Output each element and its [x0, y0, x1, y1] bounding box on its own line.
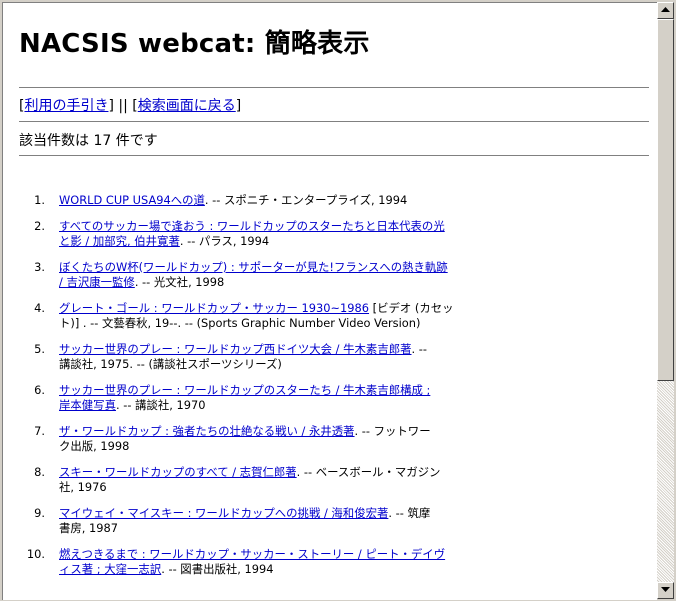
- result-number: 2.: [34, 219, 45, 233]
- result-line: と影 / 加部究, 伯井寛著. -- パラス, 1994: [59, 234, 657, 249]
- result-item: 6. サッカー世界のプレー : ワールドカップのスターたち / 牛木素吉郎構成 ;…: [19, 383, 657, 413]
- scroll-up-button[interactable]: [657, 2, 674, 19]
- result-publication-info: 書房, 1987: [59, 521, 119, 535]
- result-title-link[interactable]: マイウェイ・マイスキー : ワールドカップへの挑戦 / 海和俊宏著: [59, 506, 388, 520]
- help-link[interactable]: 利用の手引き: [24, 98, 108, 114]
- result-number: 6.: [34, 383, 45, 397]
- result-title-link[interactable]: ィス著 ; 大窪一志訳: [59, 562, 161, 576]
- result-number: 3.: [34, 260, 45, 274]
- result-title-link[interactable]: サッカー世界のプレー : ワールドカップのスターたち / 牛木素吉郎構成 ;: [59, 383, 430, 397]
- result-item: 7. ザ・ワールドカップ : 強者たちの壮絶なる戦い / 永井透著. -- フット…: [19, 424, 657, 454]
- result-publication-info: . --: [411, 342, 427, 356]
- result-line: WORLD CUP USA94への道. -- スポニチ・エンタープライズ, 19…: [59, 193, 657, 208]
- result-title-link[interactable]: ザ・ワールドカップ : 強者たちの壮絶なる戦い / 永井透著: [59, 424, 355, 438]
- result-publication-info: . -- 図書出版社, 1994: [161, 562, 274, 576]
- result-line: ザ・ワールドカップ : 強者たちの壮絶なる戦い / 永井透著. -- フットワー: [59, 424, 657, 439]
- result-title-link[interactable]: スキー・ワールドカップのすべて / 志賀仁郎著: [59, 465, 297, 479]
- result-line: 燃えつきるまで : ワールドカップ・サッカー・ストーリー / ピート・デイヴ: [59, 547, 657, 562]
- result-line: サッカー世界のプレー : ワールドカップ西ドイツ大会 / 牛木素吉郎著. --: [59, 342, 657, 357]
- result-item: 4. グレート・ゴール : ワールドカップ・サッカー 1930~1986 [ビデオ…: [19, 301, 657, 331]
- browser-viewport: NACSIS webcat: 簡略表示 [利用の手引き] || [検索画面に戻る…: [2, 2, 657, 600]
- result-title-link[interactable]: 燃えつきるまで : ワールドカップ・サッカー・ストーリー / ピート・デイヴ: [59, 547, 445, 561]
- scroll-thumb[interactable]: [657, 19, 674, 381]
- result-line: マイウェイ・マイスキー : ワールドカップへの挑戦 / 海和俊宏著. -- 筑摩: [59, 506, 657, 521]
- result-line: すべてのサッカー場で逢おう : ワールドカップのスターたちと日本代表の光: [59, 219, 657, 234]
- result-item: 5. サッカー世界のプレー : ワールドカップ西ドイツ大会 / 牛木素吉郎著. -…: [19, 342, 657, 372]
- divider-bottom: [19, 155, 649, 157]
- result-publication-info: . -- ベースボール・マガジン: [296, 465, 441, 479]
- result-line: スキー・ワールドカップのすべて / 志賀仁郎著. -- ベースボール・マガジン: [59, 465, 657, 480]
- result-publication-info: . -- スポニチ・エンタープライズ, 1994: [204, 193, 408, 207]
- triangle-down-icon: [661, 587, 670, 592]
- result-item: 9. マイウェイ・マイスキー : ワールドカップへの挑戦 / 海和俊宏著. -- …: [19, 506, 657, 536]
- result-line: 岸本健写真. -- 講談社, 1970: [59, 398, 657, 413]
- result-publication-info: . -- パラス, 1994: [179, 234, 270, 248]
- divider-top: [19, 87, 649, 89]
- result-title-link[interactable]: 岸本健写真: [59, 398, 116, 412]
- result-publication-info: . -- フットワー: [354, 424, 431, 438]
- nav-separator: ] || [: [108, 98, 138, 114]
- result-number: 5.: [34, 342, 45, 356]
- result-publication-info: 講談社, 1975. -- (講談社スポーツシリーズ): [59, 357, 282, 371]
- result-line: ィス著 ; 大窪一志訳. -- 図書出版社, 1994: [59, 562, 657, 577]
- triangle-up-icon: [661, 7, 670, 12]
- result-number: 1.: [34, 193, 45, 207]
- result-publication-info: 社, 1976: [59, 480, 107, 494]
- result-line: グレート・ゴール : ワールドカップ・サッカー 1930~1986 [ビデオ (…: [59, 301, 657, 316]
- result-number: 9.: [34, 506, 45, 520]
- result-line: ぼくたちのW杯(ワールドカップ) : サポーターが見た!フランスへの熱き軌跡: [59, 260, 657, 275]
- result-number: 4.: [34, 301, 45, 315]
- result-line: / 吉沢康一監修. -- 光文社, 1998: [59, 275, 657, 290]
- result-publication-info: ト)] . -- 文藝春秋, 19--. -- (Sports Graphic …: [59, 316, 421, 330]
- results-list: 1. WORLD CUP USA94への道. -- スポニチ・エンタープライズ, …: [19, 193, 657, 588]
- scroll-down-button[interactable]: [657, 582, 674, 599]
- result-title-link[interactable]: / 吉沢康一監修: [59, 275, 135, 289]
- result-title-link[interactable]: WORLD CUP USA94への道: [59, 193, 205, 207]
- page-title: NACSIS webcat: 簡略表示: [19, 29, 370, 59]
- result-publication-info: . -- 光文社, 1998: [134, 275, 225, 289]
- result-title-link[interactable]: すべてのサッカー場で逢おう : ワールドカップのスターたちと日本代表の光: [59, 219, 445, 233]
- result-title-link[interactable]: グレート・ゴール : ワールドカップ・サッカー 1930~1986: [59, 301, 369, 315]
- nav-bracket-close: ]: [235, 98, 242, 114]
- result-item: 2. すべてのサッカー場で逢おう : ワールドカップのスターたちと日本代表の光 と影…: [19, 219, 657, 249]
- result-title-link[interactable]: と影 / 加部究, 伯井寛著: [59, 234, 180, 248]
- result-item: 8. スキー・ワールドカップのすべて / 志賀仁郎著. -- ベースボール・マガジ…: [19, 465, 657, 495]
- vertical-scrollbar[interactable]: [657, 2, 674, 599]
- result-title-link[interactable]: ぼくたちのW杯(ワールドカップ) : サポーターが見た!フランスへの熱き軌跡: [59, 260, 448, 274]
- result-item: 3. ぼくたちのW杯(ワールドカップ) : サポーターが見た!フランスへの熱き軌跡…: [19, 260, 657, 290]
- result-item: 1. WORLD CUP USA94への道. -- スポニチ・エンタープライズ, …: [19, 193, 657, 208]
- nav-links: [利用の手引き] || [検索画面に戻る]: [19, 95, 241, 115]
- result-publication-info: . -- 筑摩: [388, 506, 431, 520]
- result-publication-info: . -- 講談社, 1970: [115, 398, 206, 412]
- result-count: 該当件数は 17 件です: [19, 133, 158, 149]
- result-publication-info: [ビデオ (カセッ: [369, 301, 454, 315]
- divider-middle: [19, 121, 649, 123]
- result-item: 10. 燃えつきるまで : ワールドカップ・サッカー・ストーリー / ピート・デイ…: [19, 547, 657, 577]
- result-number: 8.: [34, 465, 45, 479]
- result-line: サッカー世界のプレー : ワールドカップのスターたち / 牛木素吉郎構成 ;: [59, 383, 657, 398]
- back-to-search-link[interactable]: 検索画面に戻る: [138, 98, 236, 114]
- result-publication-info: ク出版, 1998: [59, 439, 130, 453]
- result-title-link[interactable]: サッカー世界のプレー : ワールドカップ西ドイツ大会 / 牛木素吉郎著: [59, 342, 412, 356]
- result-number: 10.: [26, 547, 45, 561]
- result-number: 7.: [34, 424, 45, 438]
